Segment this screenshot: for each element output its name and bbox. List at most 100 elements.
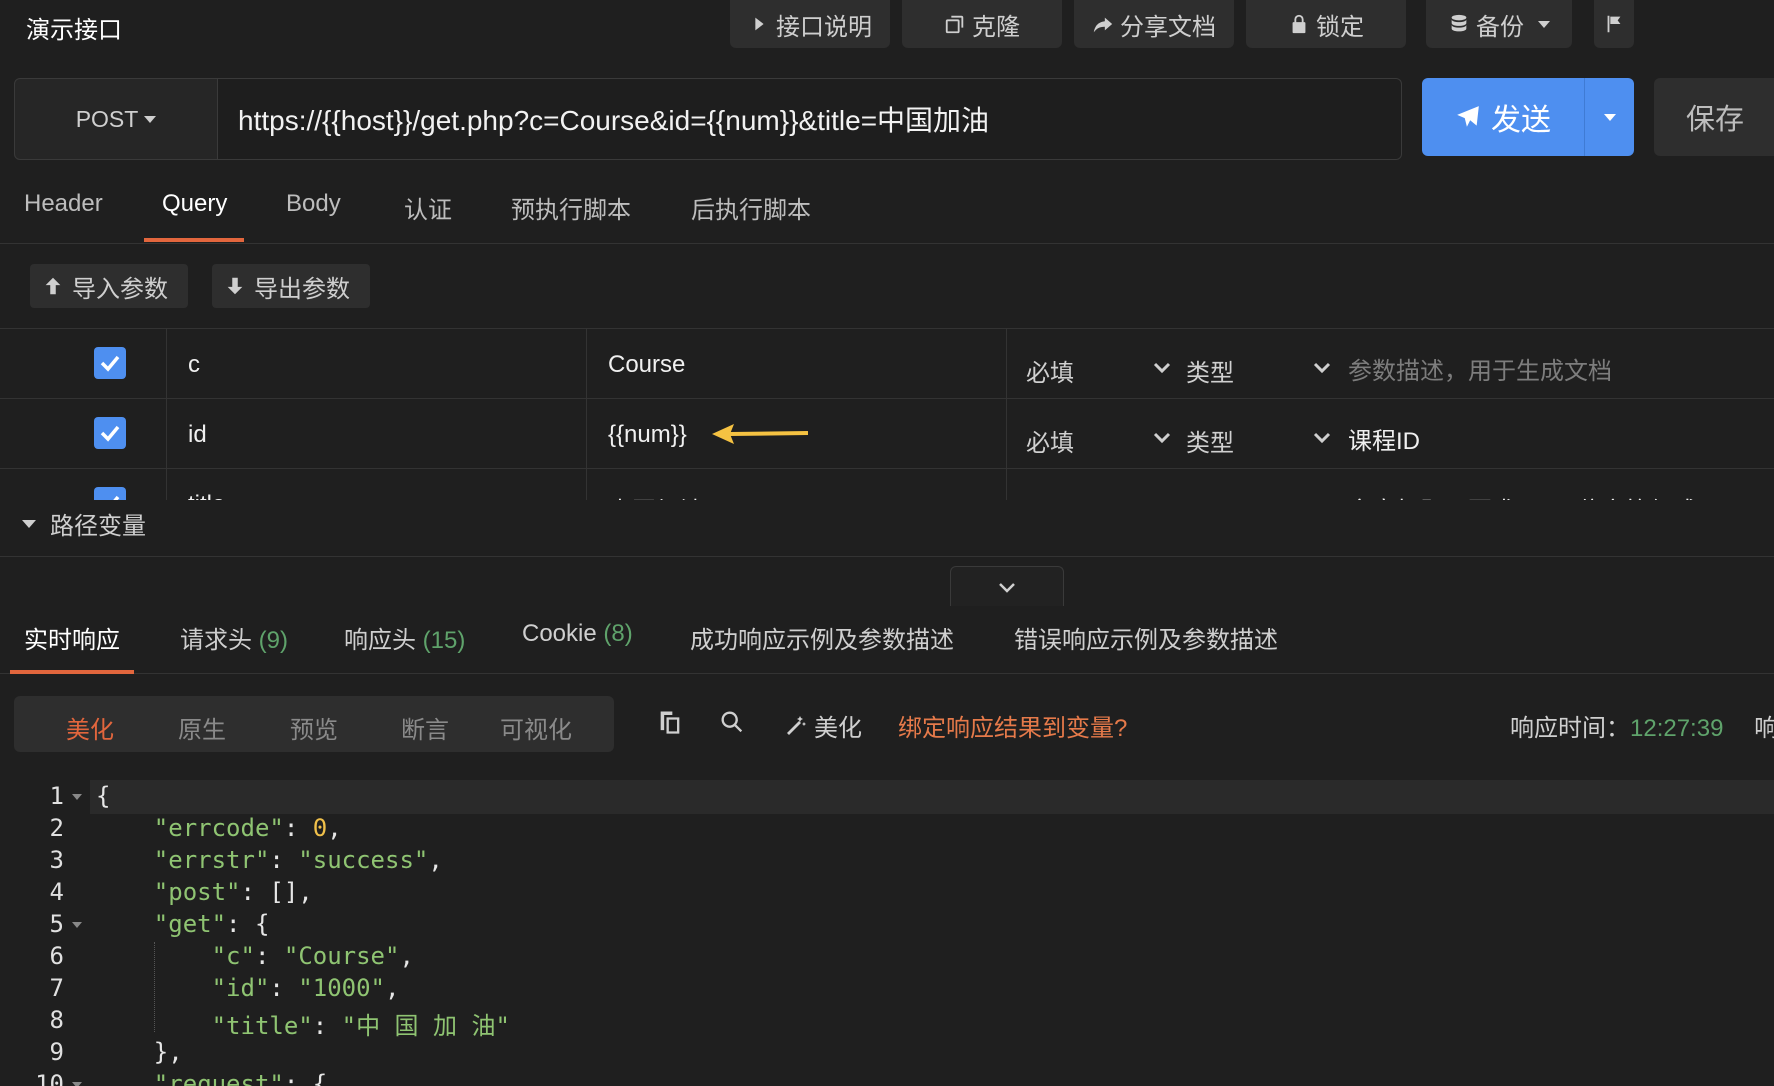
param-type-select[interactable]: 类型 <box>1186 493 1234 500</box>
database-icon <box>1451 14 1467 32</box>
code-line: 4 "post": [], <box>49 878 313 906</box>
param-required-select[interactable]: 必填 <box>1026 493 1074 500</box>
tab-body[interactable]: Body <box>286 190 341 218</box>
tab-query[interactable]: Query <box>162 190 227 218</box>
annotation-arrow-icon <box>712 424 808 444</box>
param-checkbox[interactable] <box>94 347 126 379</box>
response-code-view[interactable]: 1 { 2 "errcode": 0, 3 "errstr": "success… <box>0 776 1774 1086</box>
code-line: 1 { <box>49 782 111 810</box>
copy-response-button[interactable] <box>656 708 684 736</box>
beautify-button[interactable]: 美化 <box>784 708 862 743</box>
magic-wand-icon <box>787 715 806 735</box>
param-required-select[interactable]: 必填 <box>1026 423 1074 458</box>
tab-live-response[interactable]: 实时响应 <box>24 620 120 655</box>
check-icon <box>100 355 120 372</box>
backup-button[interactable]: 备份 <box>1426 0 1572 48</box>
code-line: 8 "title": "中 国 加 油" <box>49 1006 510 1040</box>
chevron-down-icon <box>999 582 1015 593</box>
fold-arrow-icon[interactable] <box>72 794 82 800</box>
mode-visualize[interactable]: 可视化 <box>500 710 572 745</box>
code-line: 3 "errstr": "success", <box>49 846 443 874</box>
triangle-down-icon <box>22 519 36 528</box>
chevron-down-icon <box>144 115 157 123</box>
param-key[interactable]: c <box>188 351 200 379</box>
param-checkbox[interactable] <box>94 417 126 449</box>
tab-post-script[interactable]: 后执行脚本 <box>691 190 811 225</box>
param-key[interactable]: id <box>188 421 207 449</box>
tab-success-examples[interactable]: 成功响应示例及参数描述 <box>690 620 954 655</box>
export-params-button[interactable]: 导出参数 <box>212 264 370 308</box>
fold-arrow-icon[interactable] <box>72 1082 82 1086</box>
copy-icon <box>945 15 964 34</box>
caret-right-icon <box>755 17 764 31</box>
send-button[interactable]: 发送 <box>1422 78 1584 156</box>
search-icon <box>721 711 743 733</box>
param-type-select[interactable]: 类型 <box>1186 353 1234 388</box>
view-mode-group: 美化 原生 预览 断言 可视化 <box>14 696 614 752</box>
code-line: 5 "get": { <box>49 910 270 938</box>
tab-cookie[interactable]: Cookie (8) <box>522 620 633 648</box>
table-row: id {{num}} 必填 类型 课程ID <box>0 399 1774 469</box>
share-docs-button[interactable]: 分享文档 <box>1074 0 1234 48</box>
param-description-input[interactable]: 文章标题，要求1-128位字符组成 <box>1348 491 1697 500</box>
clone-button[interactable]: 克隆 <box>902 0 1062 48</box>
code-line: 9 }, <box>49 1038 183 1066</box>
tab-pre-script[interactable]: 预执行脚本 <box>511 190 631 225</box>
chevron-down-icon <box>1538 20 1550 28</box>
divider <box>0 556 1774 557</box>
bind-response-variable-link[interactable]: 绑定响应结果到变量? <box>898 708 1127 743</box>
param-type-select[interactable]: 类型 <box>1186 423 1234 458</box>
response-time: 响应时间：12:27:39 响 <box>1510 715 1774 742</box>
request-tabs: Header Query Body 认证 预执行脚本 后执行脚本 <box>0 174 1774 244</box>
param-key[interactable]: title <box>188 491 225 500</box>
send-options-dropdown[interactable] <box>1584 78 1634 156</box>
active-tab-indicator <box>10 670 134 674</box>
api-description-button[interactable]: 接口说明 <box>730 0 890 48</box>
param-required-select[interactable]: 必填 <box>1026 353 1074 388</box>
table-row: title 中国加油 必填 类型 文章标题，要求1-128位字符组成 <box>0 469 1774 500</box>
param-checkbox[interactable] <box>94 487 126 500</box>
mode-raw[interactable]: 原生 <box>178 710 226 745</box>
fold-arrow-icon[interactable] <box>72 922 82 928</box>
path-variables-toggle[interactable]: 路径变量 <box>22 506 146 541</box>
tab-error-examples[interactable]: 错误响应示例及参数描述 <box>1014 620 1278 655</box>
tab-header[interactable]: Header <box>24 190 103 218</box>
mode-assert[interactable]: 断言 <box>401 710 449 745</box>
param-value[interactable]: 中国加油 <box>608 491 704 500</box>
chevron-down-icon[interactable] <box>1312 357 1332 377</box>
flag-button[interactable] <box>1594 0 1634 48</box>
chevron-down-icon <box>1603 113 1616 121</box>
param-description-input[interactable]: 参数描述，用于生成文档 <box>1348 351 1612 386</box>
url-input[interactable]: https://{{host}}/get.php?c=Course&id={{n… <box>217 78 1402 160</box>
clipboard-icon <box>660 711 680 734</box>
table-row: c Course 必填 类型 参数描述，用于生成文档 <box>0 329 1774 399</box>
paper-plane-icon <box>1457 106 1479 127</box>
import-params-button[interactable]: 导入参数 <box>30 264 188 308</box>
save-button[interactable]: 保存 <box>1654 78 1774 156</box>
mode-preview[interactable]: 预览 <box>290 710 338 745</box>
lock-button[interactable]: 锁定 <box>1246 0 1406 48</box>
page-title: 演示接口 <box>26 17 122 44</box>
code-line: 6 "c": "Course", <box>49 942 414 970</box>
code-line: 2 "errcode": 0, <box>49 814 342 842</box>
check-icon <box>100 425 120 442</box>
mode-beautify[interactable]: 美化 <box>66 710 114 745</box>
chevron-down-icon[interactable] <box>1312 427 1332 447</box>
response-tabs: 实时响应 请求头 (9) 响应头 (15) Cookie (8) 成功响应示例及… <box>0 596 1774 674</box>
param-description-input[interactable]: 课程ID <box>1348 421 1420 456</box>
code-line: 10 "request": { <box>35 1070 328 1086</box>
arrow-up-icon <box>45 277 61 295</box>
chevron-down-icon[interactable] <box>1152 427 1172 447</box>
param-value[interactable]: Course <box>608 351 685 379</box>
param-value[interactable]: {{num}} <box>608 421 687 449</box>
method-select[interactable]: POST <box>14 78 218 160</box>
tab-request-headers[interactable]: 请求头 (9) <box>180 620 288 655</box>
tab-response-headers[interactable]: 响应头 (15) <box>344 620 465 655</box>
active-tab-indicator <box>144 238 244 242</box>
chevron-down-icon[interactable] <box>1152 357 1172 377</box>
lock-icon <box>1292 14 1306 34</box>
tab-auth[interactable]: 认证 <box>404 190 452 225</box>
flag-icon <box>1607 15 1621 33</box>
share-icon <box>1093 17 1113 33</box>
search-response-button[interactable] <box>718 708 746 736</box>
